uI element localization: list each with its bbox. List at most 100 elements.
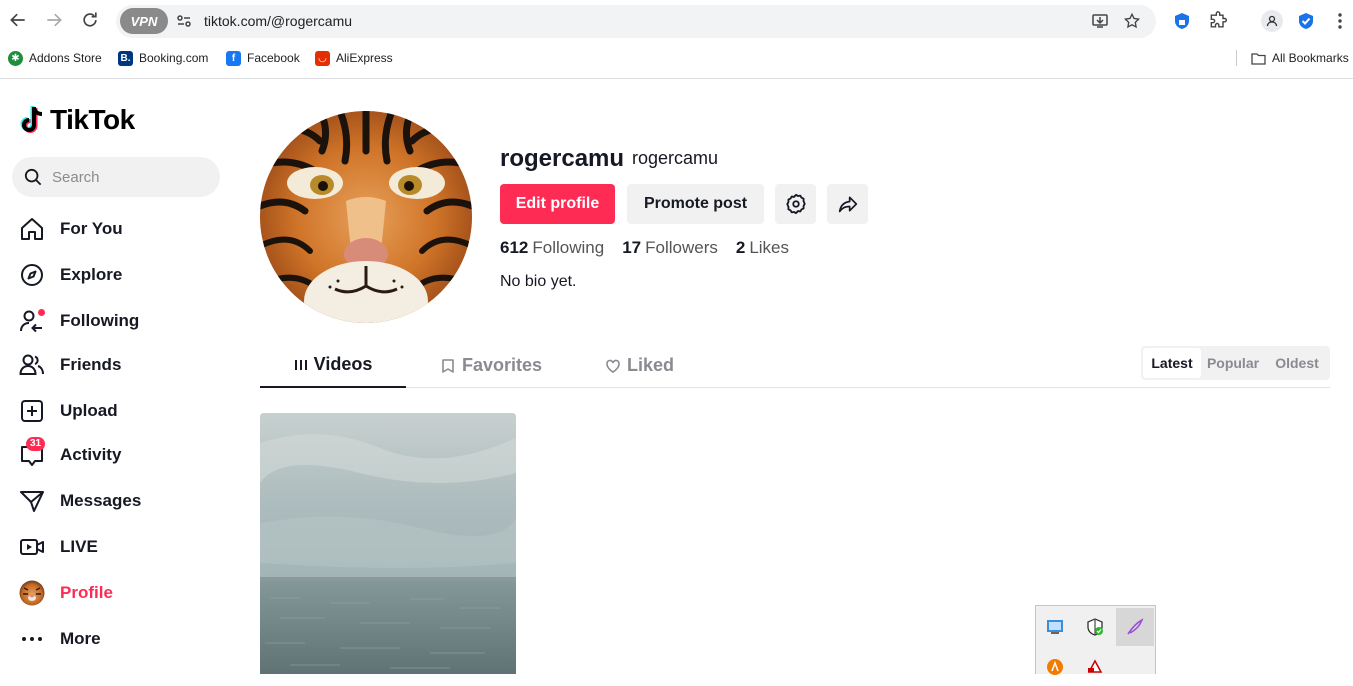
home-icon — [18, 215, 46, 243]
followers-stat[interactable]: 17 Followers — [622, 238, 718, 258]
profile-avatar — [18, 579, 46, 607]
arrow-left-icon — [10, 13, 25, 27]
friends-icon — [18, 351, 46, 379]
notification-dot — [38, 309, 45, 316]
addons-store-icon: ✱ — [8, 50, 23, 66]
sidebar-item-label: For You — [60, 219, 123, 238]
sidebar-item-label: Profile — [60, 583, 113, 602]
feather-tray-icon[interactable] — [1116, 608, 1154, 646]
bitwarden-extension-icon[interactable] — [1171, 10, 1193, 32]
tiktok-logo[interactable]: TikTok — [20, 104, 135, 136]
tab-label: Favorites — [462, 355, 543, 375]
share-button[interactable] — [827, 184, 868, 224]
browser-chrome: VPN tiktok.com/@rogercamu ✱ Addons Store… — [0, 0, 1353, 79]
back-button[interactable] — [6, 8, 30, 32]
bookmark-label: Addons Store — [29, 51, 102, 65]
sidebar-item-following[interactable]: Following — [18, 304, 228, 338]
all-bookmarks-label: All Bookmarks — [1272, 51, 1349, 65]
promote-post-button[interactable]: Promote post — [627, 184, 764, 224]
activity-badge: 31 — [26, 437, 46, 451]
sidebar-item-messages[interactable]: Messages — [18, 484, 228, 518]
tab-liked[interactable]: Liked — [605, 343, 674, 388]
edit-profile-button[interactable]: Edit profile — [500, 184, 615, 224]
search-icon[interactable] — [24, 168, 42, 186]
bookmark-aliexpress[interactable]: ◡ AliExpress — [315, 46, 393, 70]
install-app-icon[interactable] — [1089, 10, 1111, 32]
profile-icon[interactable] — [1261, 10, 1283, 32]
gear-icon — [785, 193, 806, 215]
following-label: Following — [532, 238, 605, 257]
following-stat[interactable]: 612 Following — [500, 238, 604, 258]
forward-button[interactable] — [42, 8, 66, 32]
likes-label: Likes — [749, 238, 790, 257]
url-text[interactable]: tiktok.com/@rogercamu — [204, 13, 352, 29]
bookmark-label: Facebook — [247, 51, 300, 65]
sidebar-item-label: Upload — [60, 401, 118, 420]
bookmark-facebook[interactable]: f Facebook — [226, 46, 300, 70]
booking-icon: B. — [118, 50, 133, 66]
sort-popular[interactable]: Popular — [1203, 348, 1263, 378]
followers-count: 17 — [622, 238, 642, 257]
sidebar-item-for-you[interactable]: For You — [18, 212, 228, 246]
bookmark-addons-store[interactable]: ✱ Addons Store — [8, 46, 102, 70]
tab-favorites[interactable]: Favorites — [440, 343, 542, 388]
compass-icon — [18, 261, 46, 289]
settings-button[interactable] — [775, 184, 816, 224]
sort-latest[interactable]: Latest — [1143, 348, 1201, 378]
bookmark-star-icon[interactable] — [1121, 10, 1143, 32]
following-icon — [18, 307, 46, 335]
tab-videos[interactable]: Videos — [260, 343, 406, 388]
reload-button[interactable] — [78, 8, 102, 32]
logo-text: TikTok — [50, 104, 135, 135]
shield-extension-icon[interactable] — [1295, 10, 1317, 32]
avast-tray-icon[interactable] — [1036, 648, 1074, 686]
vpn-badge[interactable]: VPN — [120, 8, 168, 34]
upload-icon — [18, 397, 46, 425]
security-shield-tray-icon[interactable] — [1076, 608, 1114, 646]
sort-toggle: Latest Popular Oldest — [1141, 346, 1330, 380]
search-box[interactable] — [12, 157, 220, 197]
messages-icon — [18, 487, 46, 515]
sidebar-item-label: Following — [60, 311, 140, 330]
search-input[interactable] — [52, 157, 212, 197]
sidebar-item-friends[interactable]: Friends — [18, 348, 228, 382]
sidebar-item-label: Explore — [60, 265, 123, 284]
bookmark-label: Booking.com — [139, 51, 209, 65]
more-icon — [18, 625, 46, 653]
sidebar-item-live[interactable]: LIVE — [18, 530, 228, 564]
tab-label: Videos — [313, 354, 373, 374]
activity-icon: 31 — [18, 437, 46, 469]
profile-avatar-large[interactable] — [260, 111, 472, 323]
sidebar: TikTok For You Explore Following Friends… — [0, 80, 240, 674]
profile-bio: No bio yet. — [500, 273, 577, 290]
video-thumbnail[interactable] — [260, 413, 516, 674]
network-tray-icon[interactable] — [1036, 608, 1074, 646]
site-settings-icon[interactable] — [174, 11, 194, 31]
reload-icon — [83, 12, 97, 27]
following-count: 612 — [500, 238, 529, 257]
sidebar-item-label: Friends — [60, 355, 122, 374]
sidebar-item-more[interactable]: More — [18, 622, 228, 656]
bookmarks-divider — [1236, 50, 1237, 66]
sidebar-item-label: LIVE — [60, 537, 98, 556]
all-bookmarks-button[interactable]: All Bookmarks — [1251, 46, 1349, 70]
tiktok-note-icon — [20, 106, 43, 133]
sidebar-item-profile[interactable]: Profile — [18, 576, 228, 610]
sidebar-item-label: Activity — [60, 445, 122, 464]
bookmark-label: AliExpress — [336, 51, 393, 65]
extensions-icon[interactable] — [1207, 10, 1229, 32]
folder-icon — [1251, 52, 1266, 65]
likes-stat: 2 Likes — [736, 238, 789, 258]
heart-icon — [606, 359, 620, 373]
sidebar-item-upload[interactable]: Upload — [18, 394, 228, 428]
likes-count: 2 — [735, 238, 746, 257]
followers-label: Followers — [645, 238, 718, 257]
sidebar-item-explore[interactable]: Explore — [18, 258, 228, 292]
menu-kebab-icon[interactable] — [1329, 10, 1351, 32]
sort-oldest[interactable]: Oldest — [1267, 348, 1327, 378]
bookmark-booking[interactable]: B. Booking.com — [118, 46, 208, 70]
app-tray-icon[interactable] — [1076, 648, 1114, 686]
tab-label: Liked — [627, 355, 675, 375]
bookmark-icon — [442, 358, 454, 373]
sidebar-item-activity[interactable]: 31 Activity — [18, 437, 228, 472]
